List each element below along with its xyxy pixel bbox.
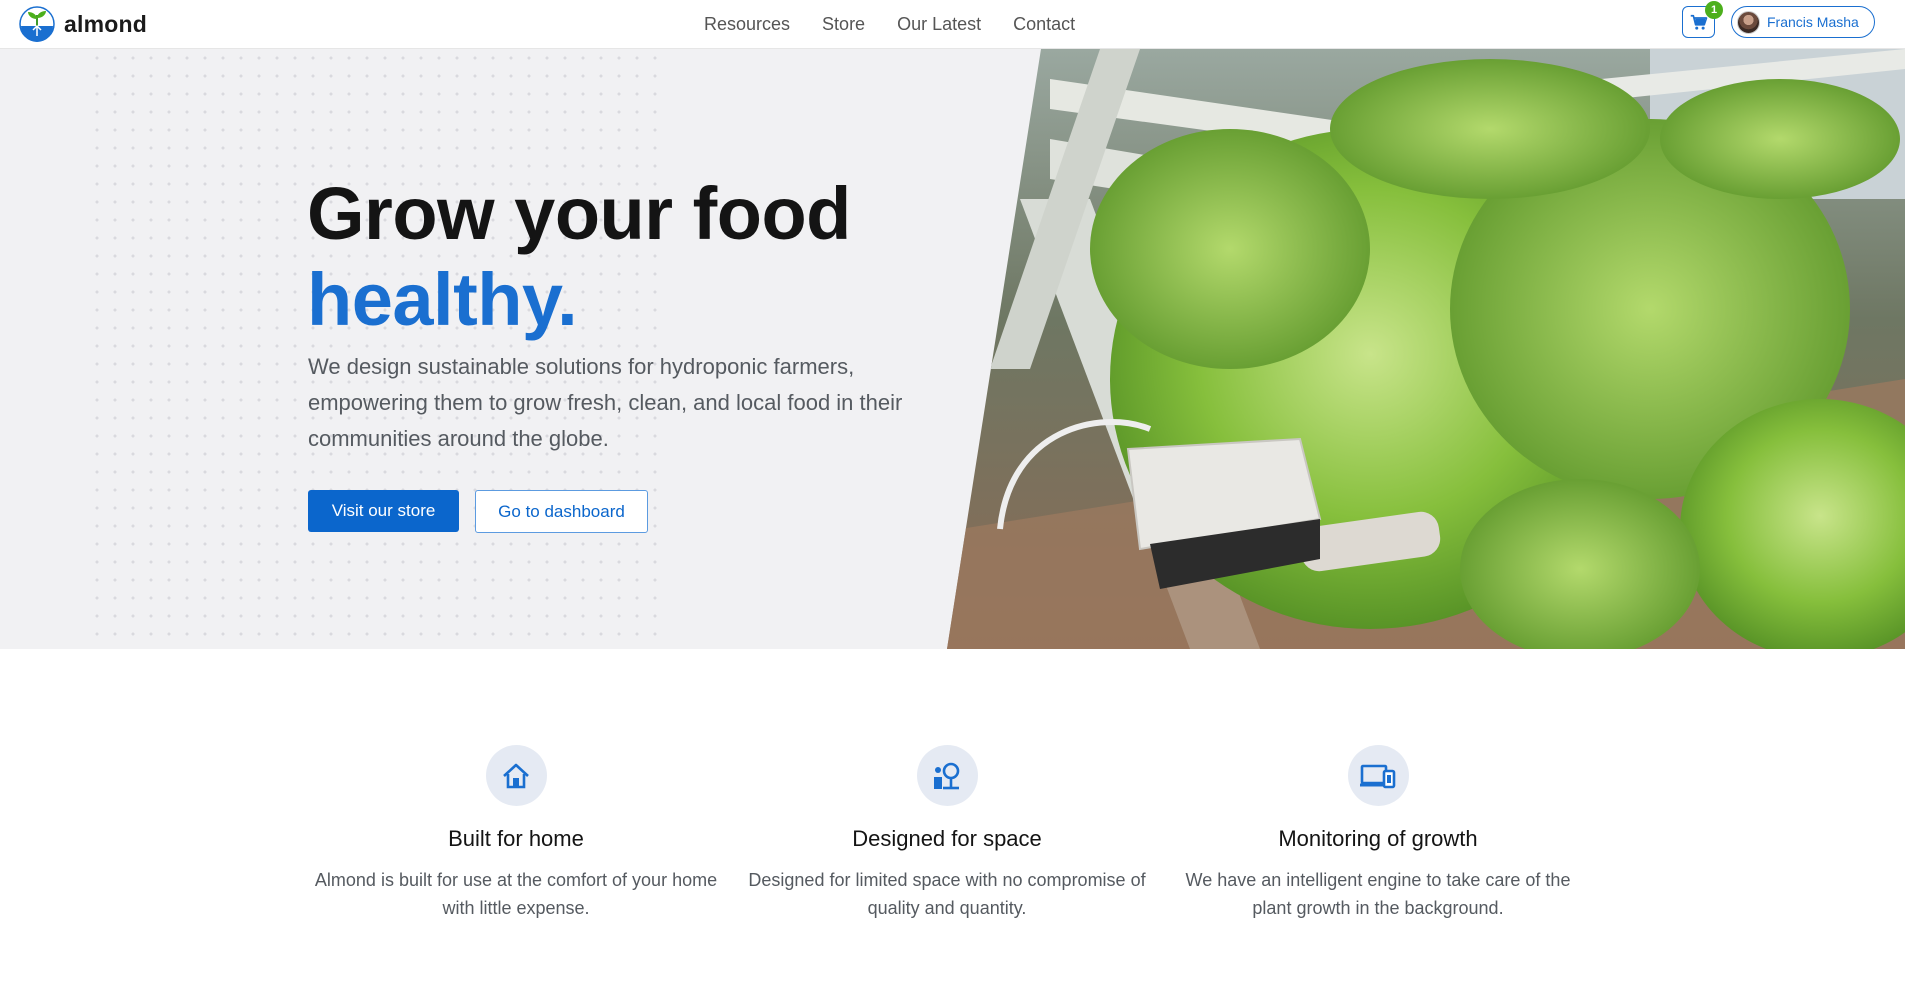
feature-title: Designed for space (852, 826, 1042, 851)
cart-icon (1690, 14, 1707, 30)
space-icon (916, 745, 978, 806)
nav-our-latest[interactable]: Our Latest (897, 14, 981, 35)
nav-store[interactable]: Store (822, 14, 865, 35)
feature-text: Designed for limited space with no compr… (748, 870, 1146, 918)
nav-contact[interactable]: Contact (1013, 14, 1075, 35)
navbar: almond Resources Store Our Latest Contac… (0, 0, 1905, 49)
almond-logo-icon (19, 6, 55, 42)
main-nav: Resources Store Our Latest Contact (704, 0, 1107, 48)
nav-resources[interactable]: Resources (704, 14, 790, 35)
avatar (1737, 10, 1760, 34)
feature-built-for-home: Built for home Almond is built for use a… (306, 745, 726, 922)
go-to-dashboard-button[interactable]: Go to dashboard (475, 490, 648, 533)
feature-designed-for-space: Designed for space Designed for limited … (737, 745, 1157, 922)
cart-button[interactable]: 1 (1682, 1, 1723, 38)
brand-name: almond (64, 10, 147, 37)
cart-count-badge: 1 (1705, 1, 1723, 19)
user-name: Francis Masha (1767, 14, 1859, 30)
visit-store-button[interactable]: Visit our store (308, 490, 459, 532)
feature-text: We have an intelligent engine to take ca… (1185, 870, 1571, 918)
feature-title: Built for home (448, 826, 584, 851)
home-icon (485, 745, 547, 806)
hero-title: Grow your food healthy. (307, 171, 851, 343)
feature-text: Almond is built for use at the comfort o… (314, 870, 718, 918)
hero-section: Grow your food healthy. We design sustai… (0, 49, 1905, 649)
hero-title-line1: Grow your food (307, 172, 851, 255)
devices-icon (1347, 745, 1409, 806)
brand-link[interactable]: almond (19, 5, 147, 43)
feature-monitoring-of-growth: Monitoring of growth We have an intellig… (1168, 745, 1588, 922)
user-menu-button[interactable]: Francis Masha (1731, 6, 1875, 38)
hero-title-accent: healthy. (307, 258, 578, 341)
hero-description: We design sustainable solutions for hydr… (308, 354, 903, 451)
feature-title: Monitoring of growth (1278, 826, 1478, 851)
